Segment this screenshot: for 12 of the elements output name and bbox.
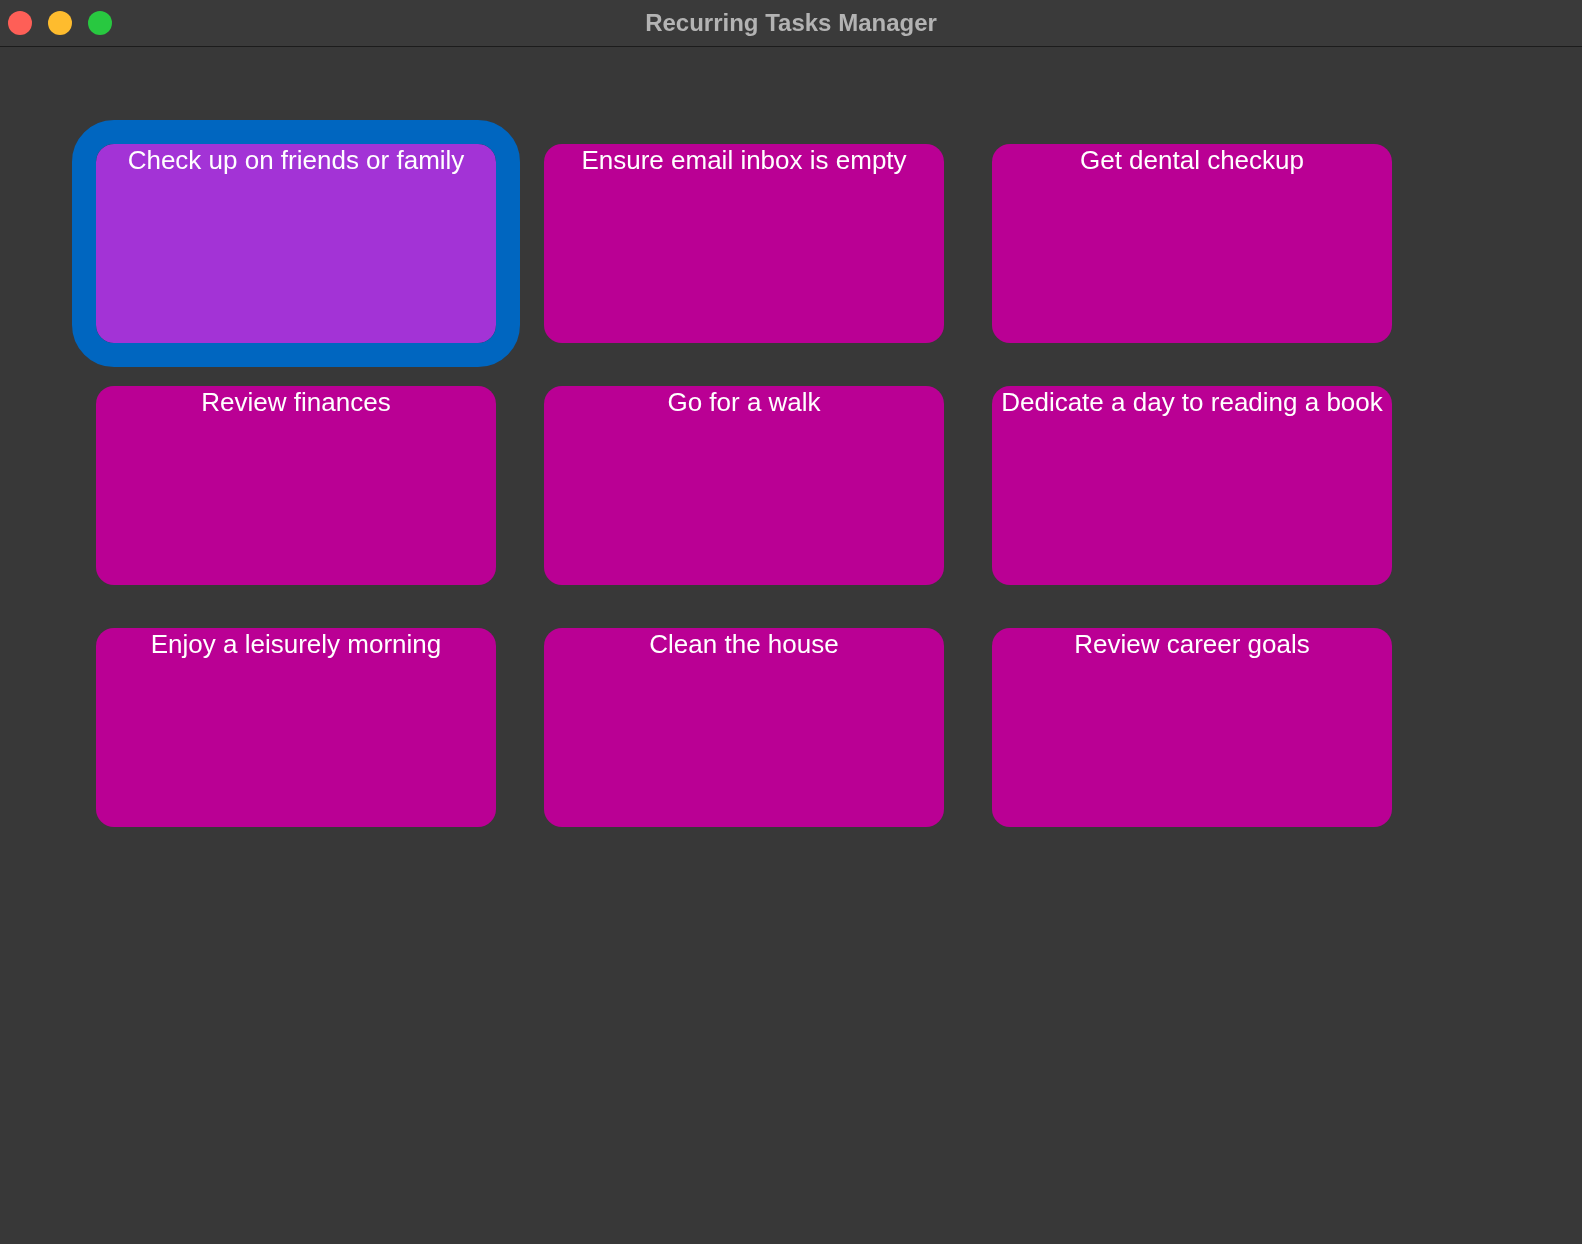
maximize-button[interactable] [88,11,112,35]
task-card[interactable]: Review finances [96,386,496,585]
task-card[interactable]: Dedicate a day to reading a book [992,386,1392,585]
task-card[interactable]: Get dental checkup [992,144,1392,343]
window-title: Recurring Tasks Manager [645,8,937,38]
task-card[interactable]: Review career goals [992,628,1392,827]
task-card[interactable]: Enjoy a leisurely morning [96,628,496,827]
minimize-button[interactable] [48,11,72,35]
task-card[interactable]: Ensure email inbox is empty [544,144,944,343]
task-card[interactable]: Go for a walk [544,386,944,585]
task-card[interactable]: Clean the house [544,628,944,827]
close-button[interactable] [8,11,32,35]
